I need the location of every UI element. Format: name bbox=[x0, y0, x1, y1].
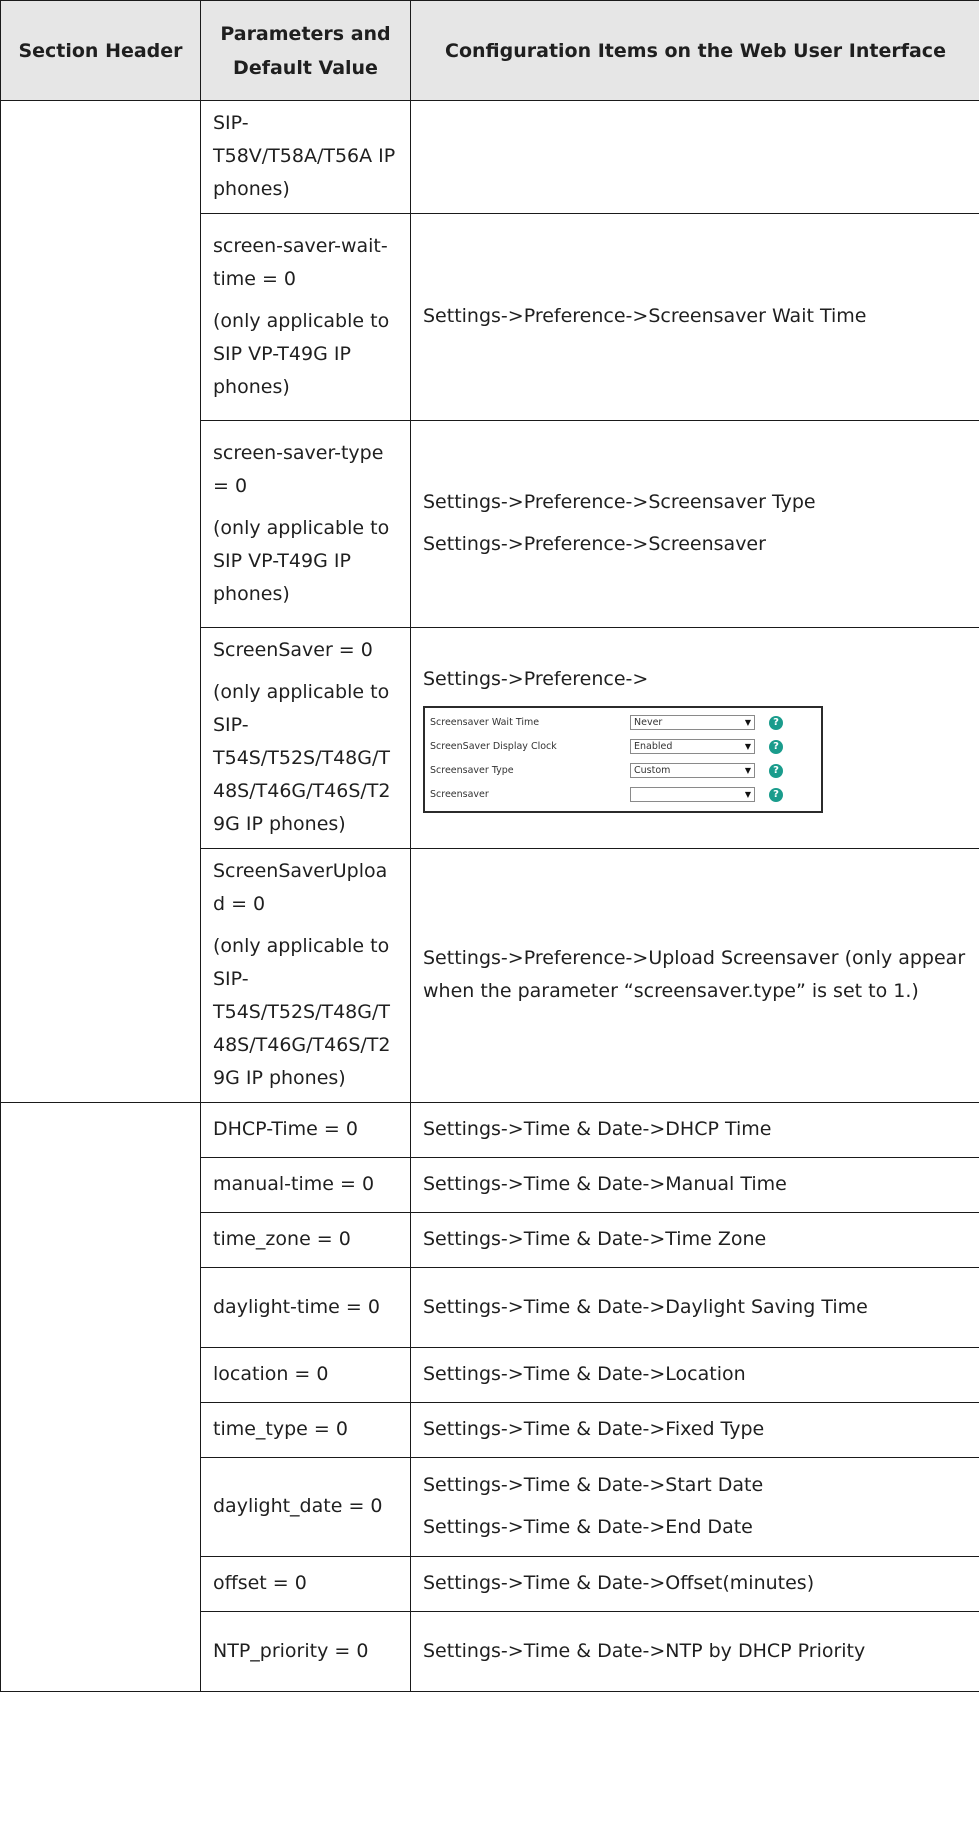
config-cell bbox=[410, 100, 979, 214]
section-header-cell bbox=[0, 1102, 201, 1692]
dropdown-arrow-icon: ▼ bbox=[744, 766, 751, 775]
param-cell: time_zone = 0 bbox=[200, 1212, 411, 1268]
config-text: Settings->Time & Date->NTP by DHCP Prior… bbox=[423, 1639, 866, 1662]
screenshot-label: Screensaver Type bbox=[430, 764, 514, 776]
config-text: Settings->Time & Date->Location bbox=[423, 1363, 746, 1385]
param-cell: DHCP-Time = 0 bbox=[200, 1102, 411, 1158]
param-note: (only applicable to SIP VP-T49G IP phone… bbox=[213, 309, 390, 398]
param-cell: SIP-T58V/T58A/T56A IP phones) bbox=[200, 100, 411, 214]
screenshot-row: Screensaver ▼ ? bbox=[425, 783, 821, 807]
param-text: manual-time = 0 bbox=[213, 1173, 375, 1195]
param-cell: screen-saver-wait-time = 0 (only applica… bbox=[200, 213, 411, 421]
param-cell: NTP_priority = 0 bbox=[200, 1611, 411, 1692]
config-cell: Settings->Preference->Upload Screensaver… bbox=[410, 848, 979, 1103]
help-icon: ? bbox=[769, 787, 783, 802]
dropdown-arrow-icon: ▼ bbox=[744, 742, 751, 751]
config-text: Settings->Time & Date->Start Date bbox=[423, 1474, 764, 1496]
param-cell: offset = 0 bbox=[200, 1556, 411, 1612]
screenshot-select: Custom ▼ bbox=[630, 763, 755, 778]
config-cell: Settings->Time & Date->Time Zone bbox=[410, 1212, 979, 1268]
param-cell: daylight-time = 0 bbox=[200, 1267, 411, 1348]
param-text: screen-saver-type = 0 bbox=[213, 441, 384, 497]
param-text: offset = 0 bbox=[213, 1572, 307, 1594]
config-cell: Settings->Time & Date->Start Date Settin… bbox=[410, 1457, 979, 1557]
param-text: ScreenSaver = 0 bbox=[213, 639, 373, 661]
screenshot-row: Screensaver Type Custom ▼ ? bbox=[425, 759, 821, 783]
config-text: Settings->Preference->Screensaver Wait T… bbox=[423, 305, 867, 327]
config-cell: Settings->Time & Date->NTP by DHCP Prior… bbox=[410, 1611, 979, 1692]
param-text: daylight_date = 0 bbox=[213, 1495, 383, 1517]
config-text: Settings->Time & Date->Offset(minutes) bbox=[423, 1572, 815, 1594]
config-text: Settings->Preference-> bbox=[423, 667, 649, 690]
table-row: SIP-T58V/T58A/T56A IP phones) bbox=[0, 100, 979, 1103]
param-text: time_type = 0 bbox=[213, 1418, 348, 1440]
param-cell: location = 0 bbox=[200, 1347, 411, 1403]
param-text: NTP_priority = 0 bbox=[213, 1639, 369, 1662]
config-cell: Settings->Time & Date->DHCP Time bbox=[410, 1102, 979, 1158]
param-note: (only applicable to SIP VP-T49G IP phone… bbox=[213, 516, 390, 605]
screenshot-label: ScreenSaver Display Clock bbox=[430, 740, 557, 752]
config-cell: Settings->Time & Date->Offset(minutes) bbox=[410, 1556, 979, 1612]
screenshot-row: ScreenSaver Display Clock Enabled ▼ ? bbox=[425, 735, 821, 759]
param-cell: screen-saver-type = 0 (only applicable t… bbox=[200, 420, 411, 628]
config-text: Settings->Preference->Screensaver bbox=[423, 533, 766, 555]
section-header-cell bbox=[0, 100, 201, 1103]
screenshot-label: Screensaver Wait Time bbox=[430, 716, 540, 728]
param-note: (only applicable to SIP-T54S/T52S/T48G/T… bbox=[213, 681, 391, 835]
param-cell: daylight_date = 0 bbox=[200, 1457, 411, 1557]
config-cell: Settings->Time & Date->Location bbox=[410, 1347, 979, 1403]
header-config: Configuration Items on the Web User Inte… bbox=[410, 0, 979, 101]
param-cell: time_type = 0 bbox=[200, 1402, 411, 1458]
param-text: DHCP-Time = 0 bbox=[213, 1118, 358, 1140]
param-text: SIP-T58V/T58A/T56A IP phones) bbox=[213, 112, 396, 200]
config-cell: Settings->Time & Date->Manual Time bbox=[410, 1157, 979, 1213]
config-cell: Settings->Time & Date->Daylight Saving T… bbox=[410, 1267, 979, 1348]
table-row: DHCP-Time = 0 Settings->Time & Date->DHC… bbox=[0, 1102, 979, 1692]
param-text: screen-saver-wait-time = 0 bbox=[213, 234, 388, 290]
parameter-table: Section Header Parameters and Default Va… bbox=[0, 0, 979, 1692]
screenshot-label: Screensaver bbox=[430, 788, 489, 800]
help-icon: ? bbox=[769, 763, 783, 778]
config-text: Settings->Time & Date->DHCP Time bbox=[423, 1118, 772, 1140]
config-cell: Settings->Preference-> Screensaver Wait … bbox=[410, 627, 979, 849]
config-text: Settings->Time & Date->Time Zone bbox=[423, 1228, 767, 1250]
config-cell: Settings->Preference->Screensaver Wait T… bbox=[410, 213, 979, 421]
config-cell: Settings->Preference->Screensaver Type S… bbox=[410, 420, 979, 628]
screenshot-select: Enabled ▼ bbox=[630, 739, 755, 754]
config-text: Settings->Time & Date->Fixed Type bbox=[423, 1418, 765, 1440]
param-cell: ScreenSaverUpload = 0 (only applicable t… bbox=[200, 848, 411, 1103]
dropdown-arrow-icon: ▼ bbox=[744, 718, 751, 727]
config-cell: Settings->Time & Date->Fixed Type bbox=[410, 1402, 979, 1458]
screenshot-select: ▼ bbox=[630, 787, 755, 802]
header-parameters: Parameters and Default Value bbox=[200, 0, 411, 101]
dropdown-arrow-icon: ▼ bbox=[744, 790, 751, 799]
screenshot-select: Never ▼ bbox=[630, 715, 755, 730]
table-header-row: Section Header Parameters and Default Va… bbox=[0, 0, 979, 101]
help-icon: ? bbox=[769, 739, 783, 754]
param-text: location = 0 bbox=[213, 1363, 329, 1385]
web-ui-screenshot: Screensaver Wait Time Never ▼ ? ScreenSav… bbox=[423, 705, 823, 813]
config-text: Settings->Time & Date->Daylight Saving T… bbox=[423, 1295, 868, 1318]
config-text: Settings->Time & Date->End Date bbox=[423, 1516, 753, 1538]
config-text: Settings->Time & Date->Manual Time bbox=[423, 1173, 787, 1195]
screenshot-row: Screensaver Wait Time Never ▼ ? bbox=[425, 711, 821, 735]
param-text: daylight-time = 0 bbox=[213, 1295, 380, 1318]
param-text: ScreenSaverUpload = 0 bbox=[213, 860, 388, 915]
param-note: (only applicable to SIP-T54S/T52S/T48G/T… bbox=[213, 935, 391, 1089]
param-cell: ScreenSaver = 0 (only applicable to SIP-… bbox=[200, 627, 411, 849]
param-text: time_zone = 0 bbox=[213, 1228, 351, 1250]
config-text: Settings->Preference->Screensaver Type bbox=[423, 491, 816, 513]
config-text: Settings->Preference->Upload Screensaver… bbox=[423, 947, 966, 1002]
param-cell: manual-time = 0 bbox=[200, 1157, 411, 1213]
help-icon: ? bbox=[769, 715, 783, 730]
header-section: Section Header bbox=[0, 0, 201, 101]
